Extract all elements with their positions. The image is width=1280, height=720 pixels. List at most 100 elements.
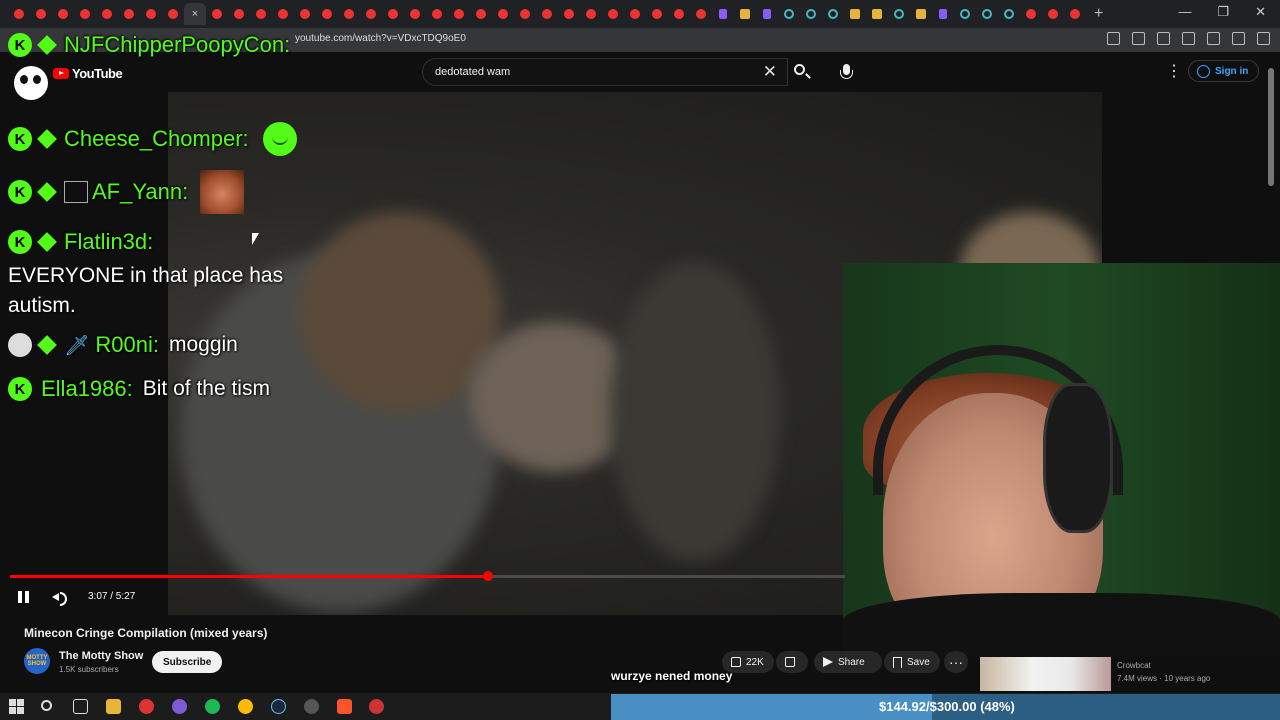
vpn-icon[interactable] [1232,32,1245,45]
windows-start-icon[interactable] [9,699,24,714]
app-icon[interactable] [172,699,187,714]
browser-tab[interactable] [558,3,580,25]
browser-tab[interactable] [602,3,624,25]
browser-tab[interactable] [800,3,822,25]
browser-tab[interactable] [74,3,96,25]
browser-tab[interactable] [888,3,910,25]
browser-tab[interactable] [822,3,844,25]
browser-tab[interactable] [646,3,668,25]
browser-tab[interactable] [338,3,360,25]
browser-tab[interactable] [470,3,492,25]
voice-search-icon[interactable] [836,62,858,84]
donation-goal-text: $144.92/$300.00 (48%) [879,699,1015,714]
browser-tab[interactable] [206,3,228,25]
app-icon[interactable] [369,699,384,714]
browser-tab[interactable] [294,3,316,25]
browser-tab[interactable] [1042,3,1064,25]
browser-tab[interactable] [712,3,734,25]
browser-tab[interactable] [30,3,52,25]
tab-close-icon[interactable]: × [192,8,198,20]
scrollbar[interactable] [1268,68,1274,186]
browser-tab[interactable] [998,3,1020,25]
browser-tab[interactable] [360,3,382,25]
browser-tab[interactable] [910,3,932,25]
browser-tab[interactable] [514,3,536,25]
volume-icon[interactable] [52,590,67,606]
browser-tab[interactable] [668,3,690,25]
channel-avatar[interactable]: MOTTY SHOW [24,648,50,674]
clear-search-icon[interactable]: ✕ [763,62,777,82]
recommended-thumbnail[interactable] [980,657,1111,691]
task-view-icon[interactable] [73,699,88,714]
chat-message: K Cheese_Chomper: [8,122,297,156]
new-tab-button[interactable]: + [1094,5,1103,23]
restore-icon[interactable]: ❐ [1217,4,1229,20]
seek-bar[interactable] [10,571,845,581]
browser-tab[interactable] [932,3,954,25]
browser-tab[interactable] [954,3,976,25]
channel-name[interactable]: The Motty Show [59,650,143,662]
browser-tab[interactable] [734,3,756,25]
browser-tab[interactable] [118,3,140,25]
browser-tab-active[interactable]: × [184,3,206,25]
browser-tab[interactable] [52,3,74,25]
steam-icon[interactable] [271,699,286,714]
browser-tab[interactable] [272,3,294,25]
chrome-icon[interactable] [238,699,253,714]
browser-tab[interactable] [976,3,998,25]
browser-menu-icon[interactable] [1257,32,1270,45]
browser-tab[interactable] [1020,3,1042,25]
browser-tab[interactable] [1064,3,1086,25]
youtube-logo[interactable]: YouTube [53,66,123,81]
browser-tab[interactable] [316,3,338,25]
screenshot-icon[interactable] [1132,32,1145,45]
browser-tab[interactable] [492,3,514,25]
search-box[interactable]: dedotated wam ✕ [422,58,788,86]
app-icon[interactable] [304,699,319,714]
browser-tab[interactable] [382,3,404,25]
browser-tab[interactable] [690,3,712,25]
file-explorer-icon[interactable] [106,699,121,714]
browser-tab[interactable] [536,3,558,25]
browser-tab[interactable] [844,3,866,25]
browser-tab[interactable] [448,3,470,25]
browser-tab[interactable] [404,3,426,25]
more-actions-button[interactable]: ··· [944,651,968,673]
browser-tab[interactable] [8,3,30,25]
browser-tab[interactable] [250,3,272,25]
spotify-icon[interactable] [205,699,220,714]
pause-icon[interactable] [18,591,30,603]
browser-tab[interactable] [580,3,602,25]
media-icon[interactable] [1157,32,1170,45]
subscriber-badge-icon [36,128,58,150]
browser-tab[interactable] [96,3,118,25]
browser-tab[interactable] [778,3,800,25]
app-icon[interactable] [139,699,154,714]
sign-in-button[interactable]: Sign in [1188,60,1260,82]
search-button[interactable] [788,58,816,86]
brave-icon[interactable] [337,699,352,714]
save-button[interactable]: Save [884,651,940,673]
share-button[interactable]: Share [814,651,882,673]
sidebar-icon[interactable] [1182,32,1195,45]
recommended-meta: 7.4M views · 10 years ago [1117,674,1211,683]
dislike-button[interactable] [776,651,808,673]
taskbar-search-icon[interactable] [41,700,52,711]
settings-menu-icon[interactable]: ⋮ [1166,64,1182,80]
seek-handle[interactable] [482,571,493,581]
recommended-channel[interactable]: Crowbcat [1117,661,1151,670]
search-input[interactable]: dedotated wam [435,66,510,78]
browser-tab[interactable] [866,3,888,25]
subscribe-button[interactable]: Subscribe [152,651,223,673]
close-window-icon[interactable]: ✕ [1255,4,1266,20]
browser-tab[interactable] [426,3,448,25]
browser-tab[interactable] [140,3,162,25]
browser-tab[interactable] [162,3,184,25]
browser-tab[interactable] [756,3,778,25]
url-field[interactable]: youtube.com/watch?v=VDxcTDQ9oE0 [295,33,466,44]
extensions-icon[interactable] [1107,32,1120,45]
wallet-icon[interactable] [1207,32,1220,45]
browser-tab[interactable] [624,3,646,25]
minimize-icon[interactable]: — [1178,4,1191,20]
browser-tab[interactable] [228,3,250,25]
